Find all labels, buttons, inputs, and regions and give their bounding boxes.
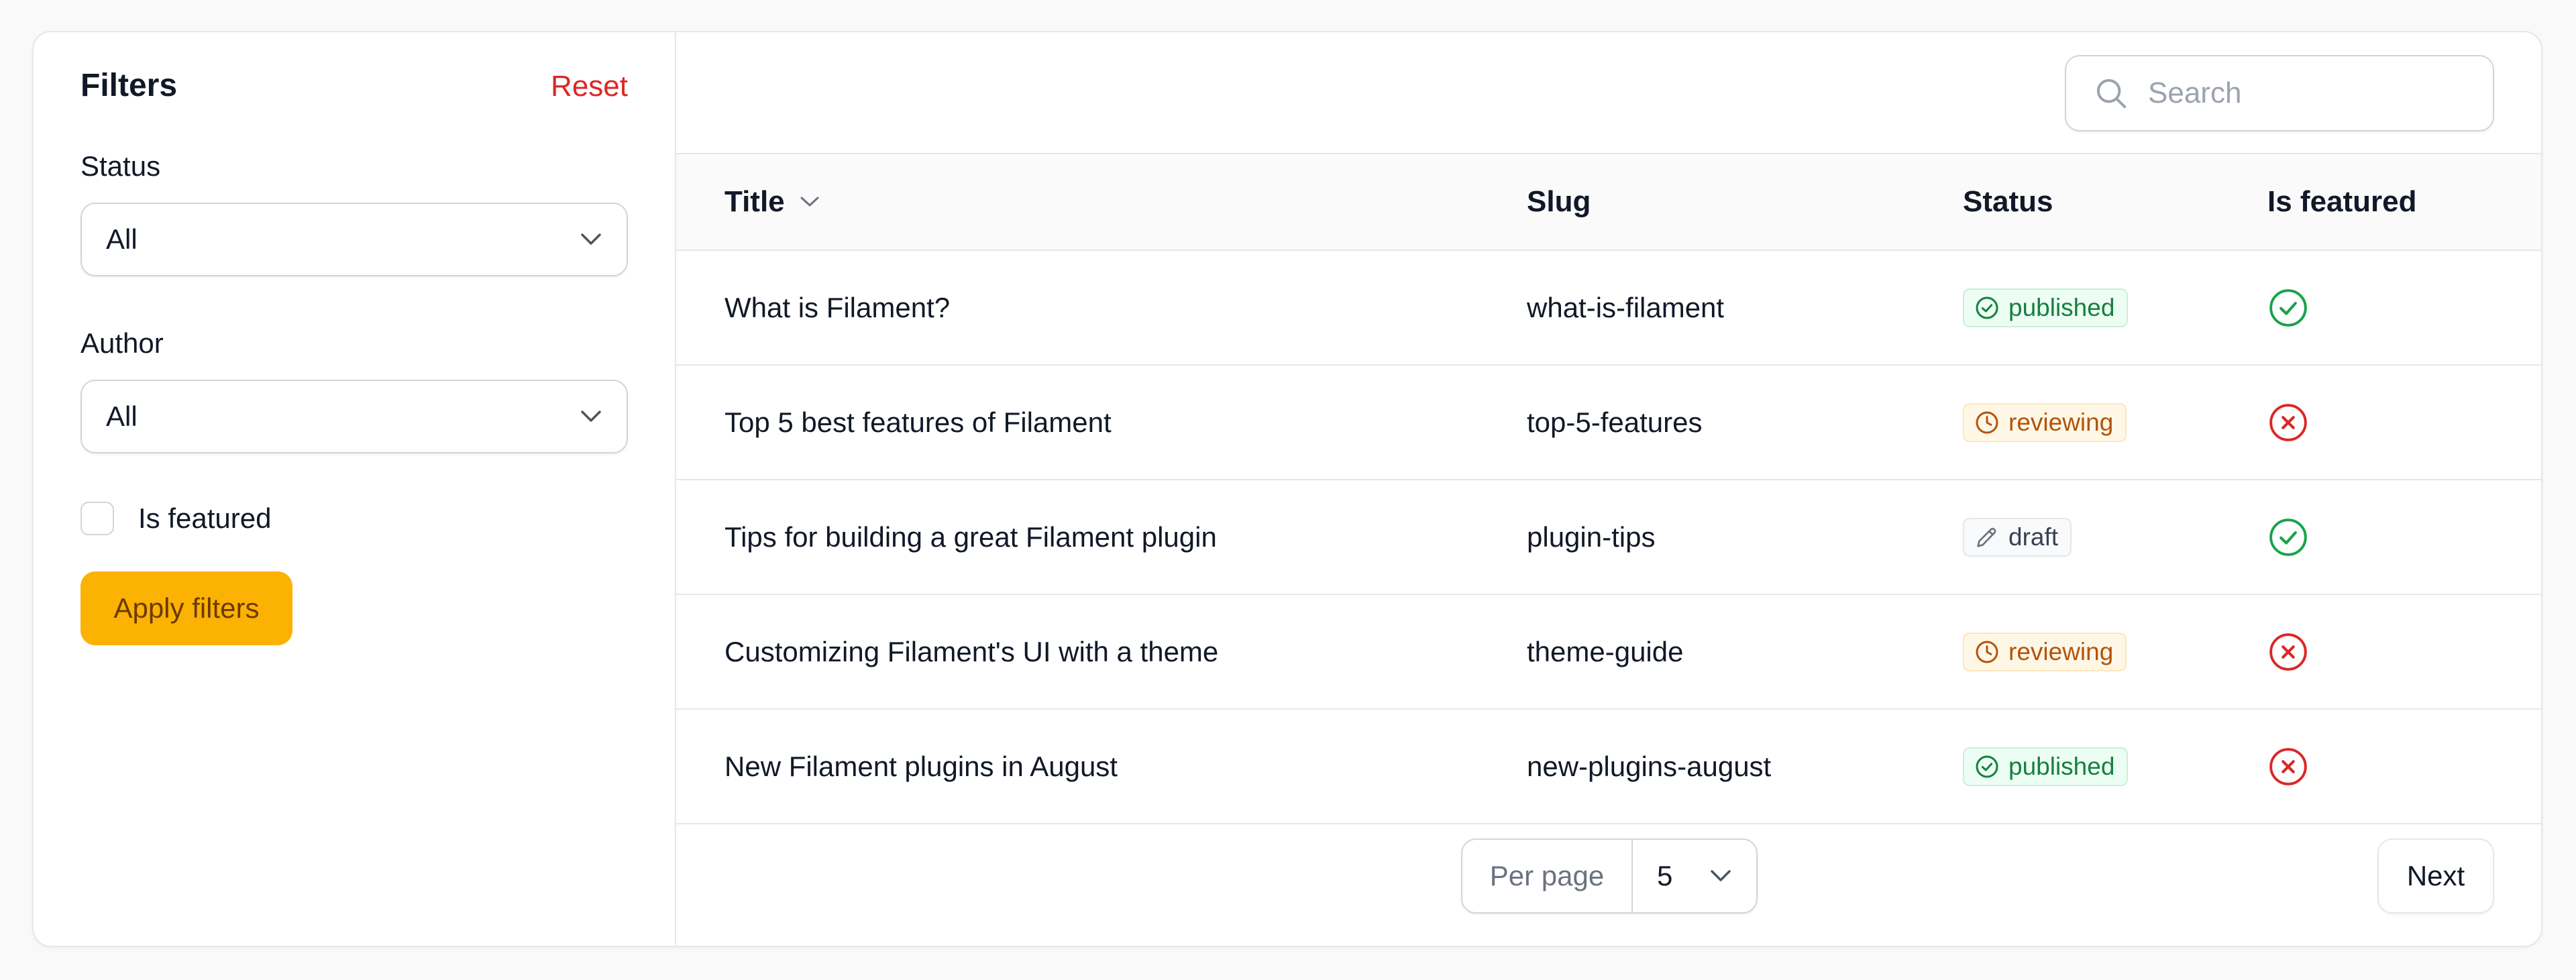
posts-table: Title Slug Status Is featured What is Fi… — [676, 153, 2541, 824]
status-cell: published — [1963, 747, 2129, 786]
apply-filters-button[interactable]: Apply filters — [80, 571, 292, 645]
post-title: New Filament plugins in August — [724, 750, 1118, 782]
pagination: Per page 5 Next — [676, 825, 2541, 946]
status-badge-label: published — [2008, 752, 2115, 780]
filters-sidebar: Filters Reset Status All Author All Is f… — [34, 32, 676, 946]
clock-icon — [1974, 409, 2000, 436]
status-badge-label: published — [2008, 293, 2115, 321]
clock-icon — [1974, 639, 2000, 665]
chevron-down-icon — [580, 228, 602, 251]
is-featured-checkbox[interactable] — [80, 502, 114, 535]
is-featured-filter: Is featured — [80, 502, 271, 535]
column-status-header: Status — [1963, 185, 2053, 218]
status-badge: draft — [1963, 517, 2072, 557]
status-label: Status — [80, 150, 161, 182]
is-featured-cell — [2267, 631, 2309, 673]
post-slug: what-is-filament — [1527, 291, 1725, 323]
post-slug: plugin-tips — [1527, 521, 1656, 553]
status-badge-label: reviewing — [2008, 408, 2114, 436]
search-box — [2065, 55, 2494, 131]
column-title-header[interactable]: Title — [724, 185, 820, 219]
pencil-icon — [1974, 524, 2000, 551]
status-badge: reviewing — [1963, 632, 2127, 671]
per-page-value: 5 — [1657, 860, 1673, 891]
is-featured-cell — [2267, 516, 2309, 558]
status-badge-label: reviewing — [2008, 637, 2114, 665]
table-header: Title Slug Status Is featured — [676, 153, 2541, 251]
status-badge: published — [1963, 288, 2129, 327]
filters-title: Filters — [80, 68, 178, 103]
per-page-control: Per page 5 — [1461, 838, 1758, 914]
column-slug-header: Slug — [1527, 185, 1591, 218]
post-title: Tips for building a great Filament plugi… — [724, 521, 1217, 553]
status-badge: published — [1963, 747, 2129, 786]
search-input[interactable] — [2147, 76, 2471, 111]
is-featured-cell — [2267, 746, 2309, 787]
post-title: Customizing Filament's UI with a theme — [724, 635, 1219, 667]
post-title: What is Filament? — [724, 291, 951, 323]
reset-filters-link[interactable]: Reset — [551, 70, 628, 103]
status-cell: reviewing — [1963, 402, 2127, 442]
x-circle-icon — [2267, 402, 2309, 443]
table-row[interactable]: What is Filament? what-is-filament publi… — [676, 251, 2541, 366]
status-select-value: All — [106, 223, 138, 255]
search-icon — [2093, 75, 2129, 111]
sort-chevron-icon — [800, 195, 820, 209]
table-area: Title Slug Status Is featured What is Fi… — [676, 32, 2541, 946]
chevron-down-icon — [580, 405, 602, 428]
post-slug: top-5-features — [1527, 406, 1703, 438]
status-select[interactable]: All — [80, 203, 628, 276]
post-title: Top 5 best features of Filament — [724, 406, 1112, 438]
is-featured-cell — [2267, 287, 2309, 329]
chevron-down-icon — [1709, 865, 1732, 887]
is-featured-cell — [2267, 402, 2309, 443]
status-cell: published — [1963, 288, 2129, 327]
is-featured-label: Is featured — [138, 502, 272, 534]
check-circle-icon — [1974, 294, 2000, 321]
status-cell: reviewing — [1963, 632, 2127, 671]
x-circle-icon — [2267, 631, 2309, 673]
table-row[interactable]: Top 5 best features of Filament top-5-fe… — [676, 366, 2541, 480]
status-badge-label: draft — [2008, 523, 2059, 551]
table-row[interactable]: New Filament plugins in August new-plugi… — [676, 710, 2541, 824]
status-badge: reviewing — [1963, 402, 2127, 442]
per-page-select[interactable]: 5 — [1633, 840, 1756, 912]
check-circle-icon — [2267, 516, 2309, 558]
per-page-label: Per page — [1462, 840, 1633, 912]
column-title-label: Title — [724, 185, 785, 218]
status-cell: draft — [1963, 517, 2072, 557]
x-circle-icon — [2267, 746, 2309, 787]
table-row[interactable]: Customizing Filament's UI with a theme t… — [676, 595, 2541, 710]
column-is-featured-header: Is featured — [2267, 185, 2417, 218]
author-select-value: All — [106, 400, 138, 432]
post-slug: theme-guide — [1527, 635, 1684, 667]
author-select[interactable]: All — [80, 380, 628, 453]
check-circle-icon — [2267, 287, 2309, 329]
table-row[interactable]: Tips for building a great Filament plugi… — [676, 480, 2541, 595]
next-page-button[interactable]: Next — [2377, 838, 2494, 914]
posts-panel: Filters Reset Status All Author All Is f… — [32, 31, 2542, 947]
check-circle-icon — [1974, 753, 2000, 780]
author-label: Author — [80, 327, 164, 359]
post-slug: new-plugins-august — [1527, 750, 1772, 782]
